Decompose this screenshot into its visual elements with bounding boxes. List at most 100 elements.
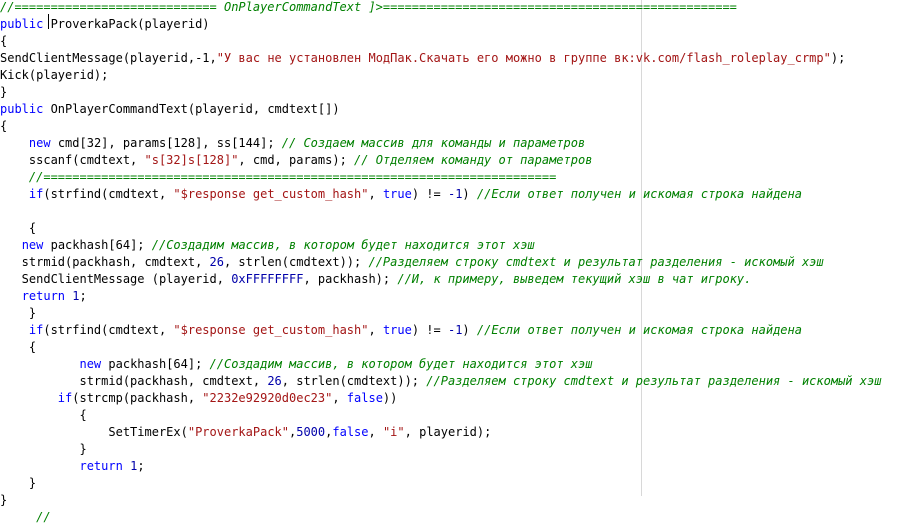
code-token: {	[0, 340, 37, 354]
code-token: "ProverkaPack"	[187, 425, 289, 439]
code-token: new	[79, 357, 102, 371]
code-token: "s[32]s[128]"	[144, 153, 239, 167]
code-token: true	[382, 323, 412, 337]
code-line[interactable]: new packhash[64]; //Создадим массив, в к…	[0, 237, 535, 254]
code-token: // Создаем массив для команды и параметр…	[281, 136, 586, 150]
code-token: SendClientMessage(playerid,-1,	[0, 51, 217, 65]
code-line[interactable]: }	[0, 84, 7, 101]
code-token: packhash[64];	[101, 357, 210, 371]
code-token: SendClientMessage (playerid,	[0, 272, 232, 286]
code-token: //============================ OnPlayerC…	[0, 0, 737, 14]
code-token: //И, к примеру, выведем текущий хэш в ча…	[397, 272, 752, 286]
code-token: //Если ответ получен и искомая строка на…	[476, 187, 802, 201]
code-token: }	[0, 442, 87, 456]
code-token: public	[0, 102, 44, 116]
code-line[interactable]: Kick(playerid);	[0, 67, 108, 84]
code-token: {	[0, 34, 8, 48]
code-token: true	[382, 187, 412, 201]
code-token: cmd[32], params[128], ss[144];	[50, 136, 282, 150]
code-token: if	[28, 187, 44, 201]
code-line[interactable]: new cmd[32], params[128], ss[144]; // Со…	[0, 135, 585, 152]
code-token: ))	[382, 391, 398, 405]
code-token: new	[28, 136, 51, 150]
code-token: ) !=	[411, 187, 448, 201]
code-token: }	[0, 476, 37, 490]
code-token: }	[0, 493, 8, 507]
code-token: {	[0, 408, 87, 422]
code-token: , strlen(cmdtext));	[223, 255, 369, 269]
code-token: ProverkaPack(playerid)	[43, 17, 210, 31]
code-line[interactable]: }	[0, 475, 36, 492]
code-token: )	[462, 187, 477, 201]
code-line[interactable]: {	[0, 33, 7, 50]
code-token: strmid(packhash, cmdtext,	[0, 255, 210, 269]
code-token: , cmd, params);	[238, 153, 355, 167]
code-token: (strcmp(packhash,	[72, 391, 203, 405]
code-token: // Отделяем команду от параметров	[354, 153, 593, 167]
code-token: new	[21, 238, 44, 252]
code-line[interactable]: sscanf(cmdtext, "s[32]s[128]", cmd, para…	[0, 152, 593, 169]
code-token: 26	[267, 374, 282, 388]
code-token: ) !=	[411, 323, 448, 337]
code-token: ,	[368, 187, 383, 201]
code-line[interactable]: //	[0, 509, 51, 526]
code-token: , packhash);	[303, 272, 398, 286]
code-token: OnPlayerCommandText(playerid, cmdtext[])	[43, 102, 340, 116]
code-token: //======================================…	[28, 170, 557, 184]
code-line[interactable]: if(strcmp(packhash, "2232e92920d0ec23", …	[0, 390, 398, 407]
code-token: (strfind(cmdtext,	[43, 323, 174, 337]
code-line[interactable]: SendClientMessage(playerid,-1,"У вас не …	[0, 50, 845, 67]
code-token: ;	[79, 289, 87, 303]
code-editor[interactable]: //============================ OnPlayerC…	[0, 0, 917, 524]
code-line[interactable]: if(strfind(cmdtext, "$response get_custo…	[0, 186, 802, 203]
code-line[interactable]: strmid(packhash, cmdtext, 26, strlen(cmd…	[0, 373, 881, 390]
code-line[interactable]: }	[0, 492, 7, 509]
code-token: (strfind(cmdtext,	[43, 187, 174, 201]
code-line[interactable]: if(strfind(cmdtext, "$response get_custo…	[0, 322, 802, 339]
code-line[interactable]: new packhash[64]; //Создадим массив, в к…	[0, 356, 592, 373]
code-token: //Разделяем строку cmdtext и результат р…	[426, 374, 882, 388]
code-line[interactable]: return 1;	[0, 288, 87, 305]
code-line[interactable]: {	[0, 220, 36, 237]
code-line[interactable]: {	[0, 118, 7, 135]
code-token: //	[36, 510, 51, 524]
code-line[interactable]: SendClientMessage (playerid, 0xFFFFFFFF,…	[0, 271, 752, 288]
code-token: 1	[72, 289, 80, 303]
code-line[interactable]: SetTimerEx("ProverkaPack",5000,false, "i…	[0, 424, 491, 441]
code-line[interactable]: strmid(packhash, cmdtext, 26, strlen(cmd…	[0, 254, 824, 271]
code-line[interactable]: public ProverkaPack(playerid)	[0, 16, 210, 33]
code-token: {	[0, 221, 37, 235]
code-token: false	[332, 425, 369, 439]
code-token: SetTimerEx(	[0, 425, 188, 439]
code-token: -1	[447, 187, 463, 201]
code-token: ,	[368, 323, 383, 337]
code-token: {	[0, 119, 8, 133]
code-token: //Если ответ получен и искомая строка на…	[476, 323, 802, 337]
code-token: "$response get_custom_hash"	[173, 323, 369, 337]
code-line[interactable]: public OnPlayerCommandText(playerid, cmd…	[0, 101, 340, 118]
code-token: ,	[368, 425, 383, 439]
code-token: , strlen(cmdtext));	[281, 374, 427, 388]
code-line[interactable]: {	[0, 339, 36, 356]
code-line[interactable]: //============================ OnPlayerC…	[0, 0, 737, 16]
code-token: "i"	[382, 425, 405, 439]
code-line[interactable]: }	[0, 441, 87, 458]
code-token: ,	[332, 391, 347, 405]
code-token: ;	[137, 459, 145, 473]
text-caret	[48, 14, 49, 29]
code-line[interactable]: //======================================…	[0, 169, 556, 186]
code-token: -1	[447, 323, 463, 337]
code-token: return	[21, 289, 66, 303]
code-line[interactable]: return 1;	[0, 458, 145, 475]
code-token: //Создадим массив, в котором будет наход…	[209, 357, 593, 371]
code-line[interactable]: }	[0, 305, 36, 322]
code-line[interactable]: {	[0, 407, 87, 424]
